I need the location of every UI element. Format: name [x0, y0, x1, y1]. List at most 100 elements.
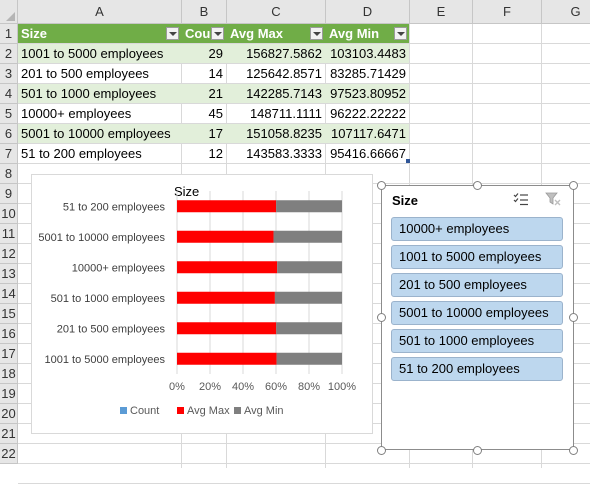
bar-segment-avg-max [177, 352, 277, 365]
resize-handle[interactable] [569, 181, 578, 190]
resize-handle[interactable] [569, 313, 578, 322]
row-header-22[interactable]: 22 [0, 444, 18, 464]
chart-plot: 0% 20% 40% 60% 80% 100% 51 to 200 employees 500… [38, 191, 356, 417]
resize-handle[interactable] [377, 181, 386, 190]
row-header-20[interactable]: 20 [0, 404, 18, 424]
legend-label: Avg Max [187, 405, 230, 417]
select-all-corner[interactable] [0, 0, 18, 24]
filter-dropdown-icon[interactable] [310, 27, 323, 40]
table-header-count[interactable]: Count [182, 24, 211, 43]
table-cell[interactable]: 96222.22222 [326, 104, 409, 123]
row-header-19[interactable]: 19 [0, 384, 18, 404]
multi-select-icon[interactable] [513, 192, 529, 209]
table-cell[interactable]: 17 [182, 124, 226, 143]
slicer-item[interactable]: 201 to 500 employees [391, 273, 563, 297]
row-header-21[interactable]: 21 [0, 424, 18, 444]
resize-handle[interactable] [473, 446, 482, 455]
resize-handle[interactable] [377, 446, 386, 455]
filter-dropdown-icon[interactable] [166, 27, 179, 40]
table-cell[interactable]: 45 [182, 104, 226, 123]
slicer-item[interactable]: 10000+ employees [391, 217, 563, 241]
bar-segment-avg-min [277, 261, 342, 274]
x-tick-label: 80% [298, 381, 320, 393]
table-cell[interactable]: 151058.8235 [227, 124, 325, 143]
table-cell[interactable]: 143583.3333 [227, 144, 325, 163]
row-header-2[interactable]: 2 [0, 44, 18, 64]
slicer-item[interactable]: 5001 to 10000 employees [391, 301, 563, 325]
x-tick-label: 40% [232, 381, 254, 393]
table-cell[interactable]: 97523.80952 [326, 84, 409, 103]
table-cell[interactable]: 142285.7143 [227, 84, 325, 103]
row-header-12[interactable]: 12 [0, 244, 18, 264]
row-header-8[interactable]: 8 [0, 164, 18, 184]
resize-handle[interactable] [569, 446, 578, 455]
table-cell[interactable]: 148711.1111 [227, 104, 325, 123]
slicer-item[interactable]: 1001 to 5000 employees [391, 245, 563, 269]
table-header-size[interactable]: Size [18, 24, 166, 43]
clear-filter-icon[interactable] [545, 192, 561, 209]
table-cell[interactable]: 501 to 1000 employees [18, 84, 181, 103]
table-header-avg-min[interactable]: Avg Min [326, 24, 394, 43]
table-cell[interactable]: 51 to 200 employees [18, 144, 181, 163]
row-header-15[interactable]: 15 [0, 304, 18, 324]
slicer-item[interactable]: 51 to 200 employees [391, 357, 563, 381]
legend-swatch [234, 407, 241, 414]
row-header-16[interactable]: 16 [0, 324, 18, 344]
table-cell[interactable]: 125642.8571 [227, 64, 325, 83]
row-header-10[interactable]: 10 [0, 204, 18, 224]
legend-swatch [177, 407, 184, 414]
category-label: 51 to 200 employees [63, 201, 166, 213]
table-cell[interactable]: 5001 to 10000 employees [18, 124, 181, 143]
row-header-6[interactable]: 6 [0, 124, 18, 144]
bar-segment-avg-min [273, 230, 342, 243]
table-resize-handle[interactable] [406, 159, 410, 163]
size-slicer[interactable]: Size 10000+ employees 1001 to 5000 employ… [381, 185, 574, 450]
row-header-18[interactable]: 18 [0, 364, 18, 384]
table-cell[interactable]: 10000+ employees [18, 104, 181, 123]
table-cell[interactable]: 103103.4483 [326, 44, 409, 63]
legend-swatch [120, 407, 127, 414]
table-cell[interactable]: 201 to 500 employees [18, 64, 181, 83]
column-header-d[interactable]: D [326, 0, 410, 24]
table-cell[interactable]: 83285.71429 [326, 64, 409, 83]
table-cell[interactable]: 1001 to 5000 employees [18, 44, 181, 63]
row-header-4[interactable]: 4 [0, 84, 18, 104]
table-cell[interactable]: 14 [182, 64, 226, 83]
column-header-g[interactable]: G [542, 0, 590, 24]
resize-handle[interactable] [377, 313, 386, 322]
slicer-item[interactable]: 501 to 1000 employees [391, 329, 563, 353]
category-label: 10000+ employees [72, 262, 166, 274]
table-cell[interactable]: 12 [182, 144, 226, 163]
bar-segment-avg-min [276, 352, 342, 365]
table-cell[interactable]: 107117.6471 [326, 124, 409, 143]
bar-segment-avg-min [276, 200, 342, 213]
table-cell[interactable]: 29 [182, 44, 226, 63]
column-header-f[interactable]: F [473, 0, 542, 24]
stacked-bar-chart[interactable]: Size 0% 20% 40% 60% 80% 100% 51 to 200 employe… [31, 174, 373, 434]
category-label: 201 to 500 employees [57, 323, 166, 335]
table-cell[interactable]: 156827.5862 [227, 44, 325, 63]
row-header-11[interactable]: 11 [0, 224, 18, 244]
row-header-3[interactable]: 3 [0, 64, 18, 84]
row-header-5[interactable]: 5 [0, 104, 18, 124]
row-header-9[interactable]: 9 [0, 184, 18, 204]
category-label: 501 to 1000 employees [51, 293, 166, 305]
legend-label: Count [130, 405, 159, 417]
row-header-14[interactable]: 14 [0, 284, 18, 304]
filter-dropdown-icon[interactable] [394, 27, 407, 40]
row-header-1[interactable]: 1 [0, 24, 18, 44]
column-header-c[interactable]: C [227, 0, 326, 24]
table-header-avg-max[interactable]: Avg Max [227, 24, 310, 43]
bar-segment-avg-max [177, 200, 277, 213]
slicer-title: Size [392, 193, 419, 208]
table-cell[interactable]: 21 [182, 84, 226, 103]
resize-handle[interactable] [473, 181, 482, 190]
column-header-e[interactable]: E [410, 0, 473, 24]
row-header-7[interactable]: 7 [0, 144, 18, 164]
row-header-17[interactable]: 17 [0, 344, 18, 364]
row-header-13[interactable]: 13 [0, 264, 18, 284]
table-cell[interactable]: 95416.66667 [326, 144, 409, 163]
column-header-a[interactable]: A [18, 0, 182, 24]
filter-dropdown-icon[interactable] [211, 27, 224, 40]
column-header-b[interactable]: B [182, 0, 227, 24]
